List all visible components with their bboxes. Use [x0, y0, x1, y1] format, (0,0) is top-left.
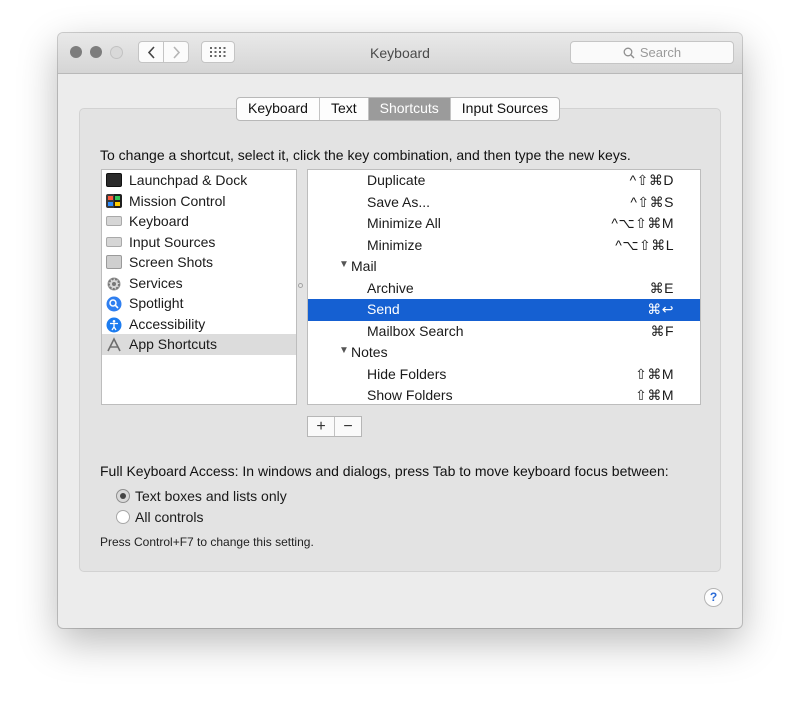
tab-text[interactable]: Text	[318, 98, 368, 120]
category-item-input-sources[interactable]: Input Sources	[102, 232, 296, 253]
keyboard-icon	[106, 216, 122, 227]
shortcut-label: Duplicate	[367, 172, 426, 188]
shortcut-keys[interactable]: ^⌥⇧⌘L	[615, 237, 674, 254]
add-remove-control: + −	[307, 416, 362, 437]
radio-label: Text boxes and lists only	[135, 488, 287, 504]
shortcut-keys[interactable]: ⌘F	[650, 323, 674, 340]
shortcut-row[interactable]: Archive ⌘E	[308, 278, 700, 300]
shortcut-keys[interactable]: ^⇧⌘S	[630, 194, 674, 211]
shortcut-keys[interactable]: ⇧⌘M	[635, 387, 674, 404]
disclosure-triangle-icon[interactable]: ▼	[339, 259, 349, 270]
category-item-mission-control[interactable]: Mission Control	[102, 191, 296, 212]
shortcut-keys[interactable]: ^⌥⇧⌘M	[611, 215, 674, 232]
category-list[interactable]: Launchpad & Dock Mission Control Keyboar…	[101, 169, 297, 405]
shortcut-row[interactable]: Save As... ^⇧⌘S	[308, 192, 700, 214]
shortcut-row[interactable]: Mailbox Search ⌘F	[308, 321, 700, 343]
shortcut-label: Mailbox Search	[367, 322, 464, 339]
app-shortcuts-icon	[106, 337, 122, 352]
category-item-screen-shots[interactable]: Screen Shots	[102, 252, 296, 273]
instruction-text: To change a shortcut, select it, click t…	[100, 147, 631, 163]
shortcut-list[interactable]: Duplicate ^⇧⌘D Save As... ^⇧⌘S Minimize …	[307, 169, 701, 405]
launchpad-dock-icon	[106, 173, 122, 188]
input-sources-icon	[106, 236, 122, 247]
search-field[interactable]: Search	[570, 41, 734, 64]
tab-bar: Keyboard Text Shortcuts Input Sources	[236, 97, 561, 121]
disclosure-triangle-icon[interactable]: ▼	[339, 345, 349, 356]
shortcut-label: Minimize All	[367, 215, 441, 231]
shortcut-keys[interactable]: ⌘↩	[647, 301, 674, 318]
category-item-services[interactable]: Services	[102, 273, 296, 294]
title-bar: Keyboard Search	[58, 33, 742, 74]
category-item-keyboard[interactable]: Keyboard	[102, 211, 296, 232]
category-label: App Shortcuts	[129, 336, 217, 353]
group-label: Mail	[351, 258, 377, 274]
mission-control-icon	[106, 193, 122, 208]
shortcut-row[interactable]: Minimize ^⌥⇧⌘L	[308, 235, 700, 257]
category-label: Launchpad & Dock	[129, 172, 248, 189]
tab-shortcuts[interactable]: Shortcuts	[367, 98, 450, 120]
radio-button-icon[interactable]	[116, 489, 130, 503]
shortcut-label: Send	[367, 301, 400, 317]
shortcut-keys[interactable]: ⇧⌘M	[635, 366, 674, 383]
shortcut-keys[interactable]: ⌘E	[650, 280, 674, 297]
search-icon	[623, 47, 635, 58]
split-view-divider[interactable]	[298, 283, 303, 288]
help-button[interactable]: ?	[704, 588, 723, 607]
shortcut-row[interactable]: Show Folders ⇧⌘M	[308, 385, 700, 404]
screenshot-icon	[106, 255, 122, 270]
shortcut-row[interactable]: Minimize All ^⌥⇧⌘M	[308, 213, 700, 235]
keyboard-preferences-window: Keyboard Search Keyboard Text Shortcuts …	[58, 33, 742, 628]
shortcut-group-mail[interactable]: ▼ Mail	[308, 256, 700, 278]
radio-all-controls[interactable]: All controls	[116, 509, 203, 525]
category-item-spotlight[interactable]: Spotlight	[102, 293, 296, 314]
shortcut-row[interactable]: Hide Folders ⇧⌘M	[308, 364, 700, 386]
control-f7-note: Press Control+F7 to change this setting.	[100, 535, 314, 549]
category-label: Keyboard	[129, 213, 189, 230]
shortcut-label: Show Folders	[367, 387, 453, 403]
add-button[interactable]: +	[308, 417, 334, 436]
category-item-launchpad-dock[interactable]: Launchpad & Dock	[102, 170, 296, 191]
category-label: Accessibility	[129, 315, 206, 332]
shortcut-row[interactable]: Duplicate ^⇧⌘D	[308, 170, 700, 192]
tab-keyboard[interactable]: Keyboard	[237, 98, 319, 120]
category-label: Screen Shots	[129, 254, 214, 271]
category-item-app-shortcuts[interactable]: App Shortcuts	[102, 334, 296, 355]
category-item-accessibility[interactable]: Accessibility	[102, 314, 296, 335]
shortcut-label: Hide Folders	[367, 365, 447, 382]
category-label: Spotlight	[129, 295, 184, 312]
category-label: Input Sources	[129, 233, 216, 250]
shortcut-keys[interactable]: ^⇧⌘D	[630, 172, 674, 189]
shortcut-label: Minimize	[367, 236, 423, 253]
tab-input-sources[interactable]: Input Sources	[449, 98, 559, 120]
search-placeholder: Search	[639, 45, 682, 60]
accessibility-icon	[106, 317, 122, 333]
spotlight-icon	[106, 296, 122, 312]
shortcut-label: Archive	[367, 279, 414, 296]
shortcut-row-selected[interactable]: Send ⌘↩	[308, 299, 700, 321]
category-label: Services	[129, 274, 183, 291]
radio-button-icon[interactable]	[116, 510, 130, 524]
remove-button[interactable]: −	[334, 417, 361, 436]
shortcut-label: Save As...	[367, 193, 431, 210]
category-label: Mission Control	[129, 192, 226, 209]
shortcut-group-notes[interactable]: ▼ Notes	[308, 342, 700, 364]
gear-icon	[106, 276, 122, 291]
radio-text-boxes-lists[interactable]: Text boxes and lists only	[116, 488, 287, 504]
full-keyboard-access-label: Full Keyboard Access: In windows and dia…	[100, 463, 669, 479]
group-label: Notes	[351, 344, 388, 360]
radio-label: All controls	[135, 509, 204, 525]
